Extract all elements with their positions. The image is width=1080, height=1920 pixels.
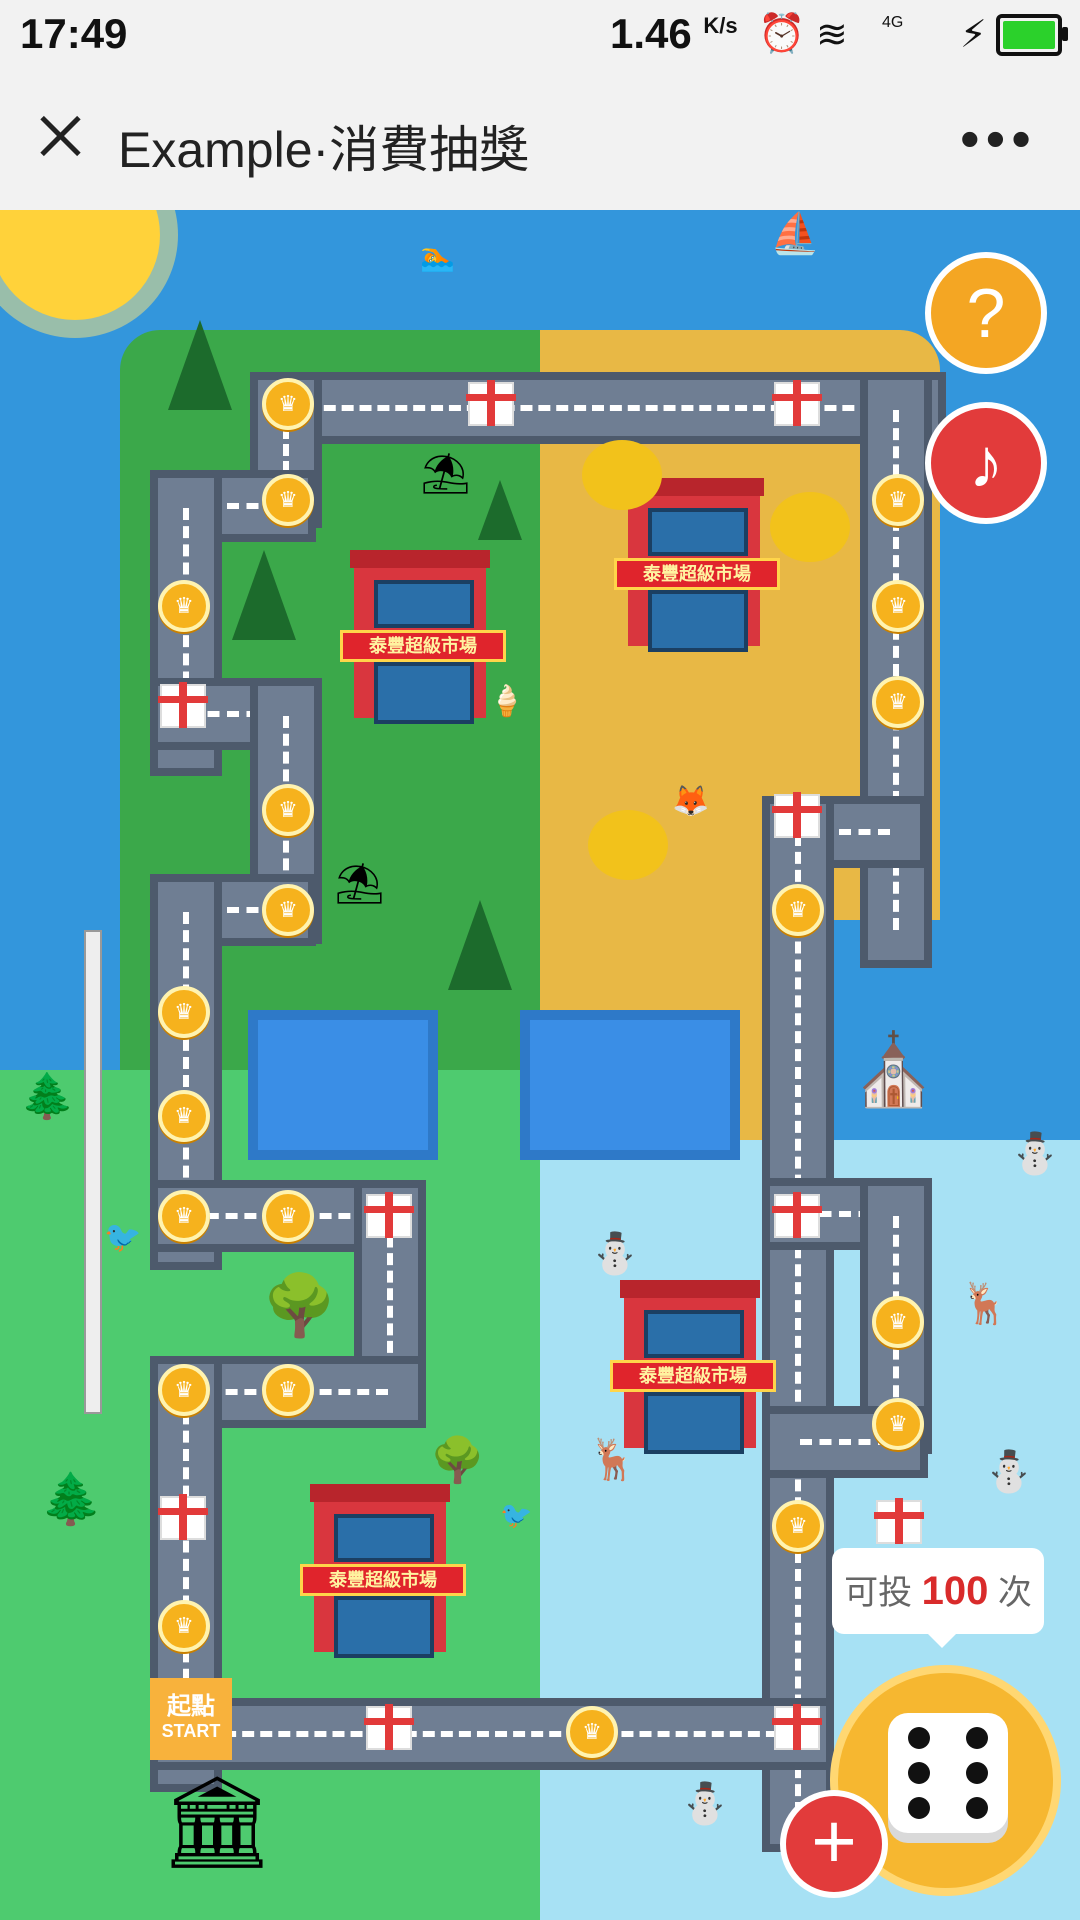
- supermarket-building: 泰豐超級市場: [300, 1484, 466, 1658]
- deer-icon: 🦌: [960, 1282, 1010, 1326]
- crown-coin-icon: ♛: [262, 1190, 314, 1242]
- crown-coin-icon: ♛: [262, 378, 314, 430]
- wifi-icon: ≋: [816, 14, 848, 56]
- crown-coin-icon: ♛: [262, 784, 314, 836]
- pine-tree-icon: [168, 320, 232, 410]
- crown-coin-icon: ♛: [872, 1398, 924, 1450]
- gift-icon: [158, 1494, 208, 1540]
- gift-icon: [158, 682, 208, 728]
- crown-coin-icon: ♛: [262, 884, 314, 936]
- network-type: 4G: [882, 14, 904, 31]
- more-icon[interactable]: •••: [960, 106, 1037, 171]
- rolls-count: 100: [921, 1569, 989, 1613]
- gift-icon: [772, 792, 822, 838]
- title-bar: Example·消費抽獎 •••: [0, 66, 1080, 211]
- crown-coin-icon: ♛: [772, 884, 824, 936]
- round-tree-icon: 🌲: [20, 1072, 75, 1121]
- network-speed: 1.46 K/s: [610, 10, 738, 57]
- crown-coin-icon: ♛: [158, 1364, 210, 1416]
- start-tile: 起點 START: [150, 1678, 232, 1760]
- gift-icon: [364, 1192, 414, 1238]
- pond-right: [520, 1010, 740, 1160]
- road: [250, 372, 946, 444]
- sailboat-icon: ⛵: [770, 212, 820, 256]
- crown-coin-icon: ♛: [262, 474, 314, 526]
- autumn-tree-icon: [770, 492, 850, 562]
- round-tree-icon: 🌳: [430, 1436, 485, 1485]
- fox-icon: 🦊: [672, 785, 710, 818]
- sun-icon: [0, 210, 160, 320]
- page-title: Example·消費抽獎: [118, 122, 530, 178]
- supermarket-building: 泰豐超級市場: [340, 550, 506, 724]
- round-tree-icon: 🌳: [262, 1272, 337, 1339]
- ruins-of-st-paul-icon: 🏛: [160, 1773, 275, 1873]
- snowman-icon: ⛄: [1010, 1132, 1060, 1176]
- autumn-tree-icon: [588, 810, 668, 880]
- crown-coin-icon: ♛: [872, 580, 924, 632]
- snowman-icon: ⛄: [590, 1232, 640, 1276]
- status-bar: 17:49 1.46 K/s ⏰ ≋ 4G ⚡: [0, 0, 1080, 66]
- gift-icon: [772, 1192, 822, 1238]
- gift-icon: [466, 380, 516, 426]
- ice-cream-icon: 🍦: [488, 685, 526, 718]
- store-sign: 泰豐超級市場: [300, 1564, 466, 1596]
- beach-umbrella-icon: ⛱: [334, 862, 385, 906]
- gift-icon: [772, 380, 822, 426]
- crown-coin-icon: ♛: [566, 1706, 618, 1758]
- crown-coin-icon: ♛: [158, 1600, 210, 1652]
- status-time: 17:49: [20, 10, 128, 57]
- crown-coin-icon: ♛: [158, 1190, 210, 1242]
- pond-left: [248, 1010, 438, 1160]
- store-sign: 泰豐超級市場: [614, 558, 780, 590]
- road: [860, 372, 932, 968]
- swallow-icon: 🐦: [104, 1221, 142, 1254]
- dice-icon: [888, 1713, 1008, 1833]
- charging-icon: ⚡: [960, 14, 987, 56]
- swallow-icon: 🐦: [500, 1500, 533, 1530]
- pine-tree-icon: [448, 900, 512, 990]
- crown-coin-icon: ♛: [872, 1296, 924, 1348]
- gift-icon: [364, 1704, 414, 1750]
- pine-tree-icon: [232, 550, 296, 640]
- close-icon[interactable]: [30, 106, 90, 166]
- crown-coin-icon: ♛: [158, 986, 210, 1038]
- crown-coin-icon: ♛: [872, 474, 924, 526]
- crown-coin-icon: ♛: [262, 1364, 314, 1416]
- snowman-icon: ⛄: [680, 1782, 730, 1826]
- alarm-icon: ⏰: [758, 13, 806, 55]
- pine-tree-icon: [478, 480, 522, 540]
- round-tree-icon: 🌲: [40, 1471, 103, 1527]
- supermarket-building: 泰豐超級市場: [610, 1280, 776, 1454]
- lighthouse-icon: ⛪: [850, 1031, 938, 1109]
- deer-icon: 🦌: [588, 1438, 638, 1482]
- autumn-tree-icon: [582, 440, 662, 510]
- road: [762, 796, 834, 1852]
- music-toggle-button[interactable]: ♪: [925, 402, 1047, 524]
- add-rolls-button[interactable]: +: [780, 1790, 888, 1898]
- swimmer-icon: 🏊: [420, 241, 455, 272]
- battery-icon: [996, 14, 1068, 56]
- store-sign: 泰豐超級市場: [610, 1360, 776, 1392]
- store-sign: 泰豐超級市場: [340, 630, 506, 662]
- rolls-remaining-bubble: 可投 100 次: [832, 1548, 1044, 1648]
- gift-icon: [772, 1704, 822, 1750]
- road: [150, 1698, 834, 1770]
- crown-coin-icon: ♛: [772, 1500, 824, 1552]
- crown-coin-icon: ♛: [158, 1090, 210, 1142]
- gift-icon: [874, 1498, 924, 1544]
- snowman-icon: ⛄: [984, 1450, 1034, 1494]
- game-board: ⛵ 🏊 起點 START ♛ ♛ ♛ ♛ ♛ ♛ ♛ ♛ ♛ ♛ ♛ ♛ ♛ ♛…: [0, 210, 1080, 1920]
- help-button[interactable]: ?: [925, 252, 1047, 374]
- crown-coin-icon: ♛: [158, 580, 210, 632]
- macau-tower-icon: [84, 930, 102, 1414]
- crown-coin-icon: ♛: [872, 676, 924, 728]
- beach-umbrella-icon: ⛱: [420, 452, 471, 496]
